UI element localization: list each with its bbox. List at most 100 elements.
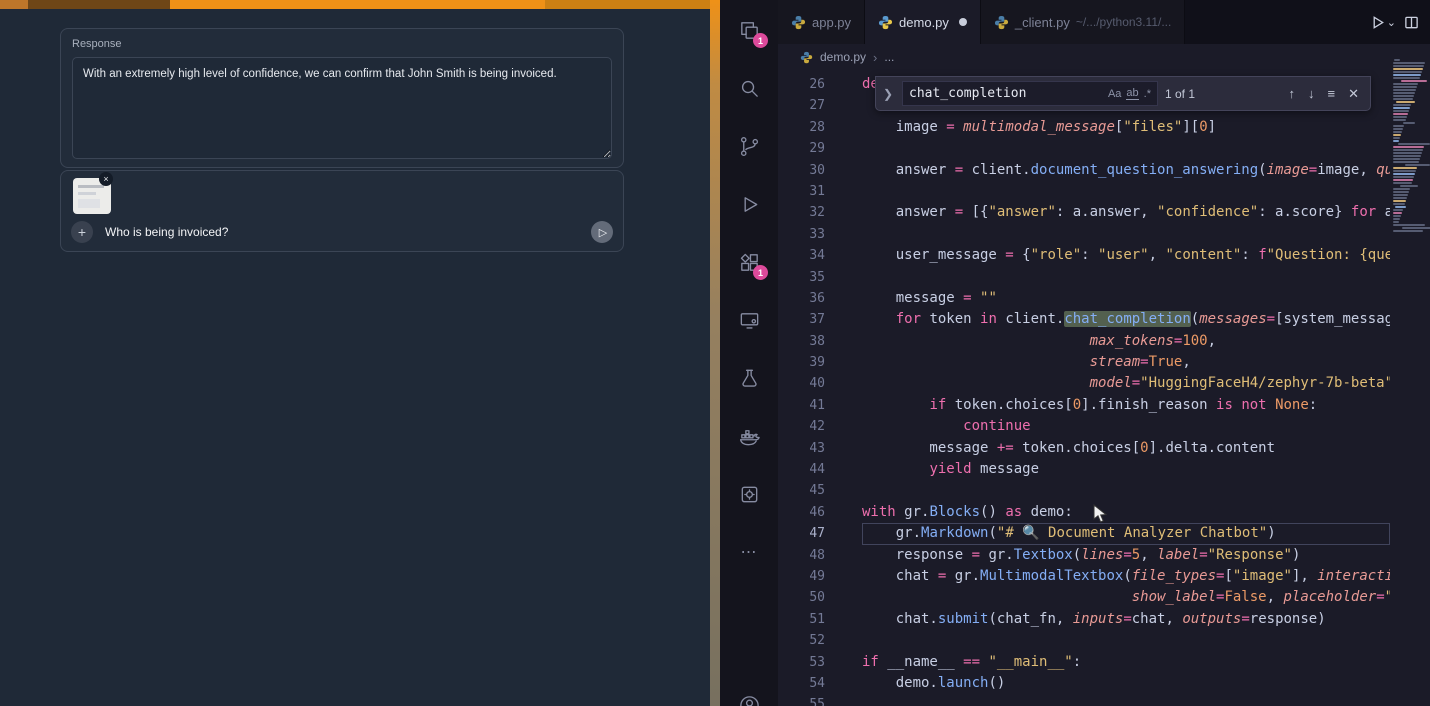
line-content[interactable]: message = "" [862, 288, 1390, 309]
run-dropdown-chevron-icon[interactable]: ⌄ [1387, 16, 1396, 29]
window-divider[interactable] [710, 0, 720, 706]
search-icon[interactable] [735, 74, 763, 102]
next-match-icon[interactable]: ↓ [1308, 86, 1315, 101]
line-content[interactable]: chat = gr.MultimodalTextbox(file_types=[… [862, 566, 1390, 587]
line-content[interactable] [862, 181, 1390, 202]
line-content[interactable]: response = gr.Textbox(lines=5, label="Re… [862, 545, 1390, 566]
send-button[interactable]: ▷ [591, 221, 613, 243]
docker-icon[interactable] [735, 422, 763, 450]
response-textarea[interactable]: With an extremely high level of confiden… [72, 57, 612, 159]
line-content[interactable]: image = multimodal_message["files"][0] [862, 117, 1390, 138]
line-content[interactable]: for token in client.chat_completion(mess… [862, 309, 1390, 330]
breadcrumb-symbol[interactable]: ... [884, 50, 894, 64]
extensions-icon[interactable]: 1 [735, 248, 763, 276]
split-editor-icon[interactable] [1400, 11, 1422, 33]
line-number[interactable]: 48 [778, 545, 825, 566]
chat-message-text[interactable]: Who is being invoiced? [105, 225, 591, 239]
line-number[interactable]: 43 [778, 438, 825, 459]
code-token: "user" [1098, 247, 1149, 263]
test-flask-icon[interactable] [735, 364, 763, 392]
remote-explorer-icon[interactable] [735, 306, 763, 334]
code-token: demo. [862, 675, 938, 691]
line-number[interactable]: 44 [778, 459, 825, 480]
line-content[interactable] [862, 630, 1390, 651]
line-number[interactable]: 53 [778, 652, 825, 673]
line-content[interactable]: demo.launch() [862, 673, 1390, 694]
line-number[interactable]: 52 [778, 630, 825, 651]
match-case-toggle[interactable]: Aa [1108, 88, 1121, 100]
line-number[interactable]: 26 [778, 74, 825, 95]
line-content[interactable]: with gr.Blocks() as demo: [862, 502, 1390, 523]
line-content[interactable]: gr.Markdown("# 🔍 Document Analyzer Chatb… [862, 523, 1390, 544]
line-content[interactable]: answer = client.document_question_answer… [862, 160, 1390, 181]
line-content[interactable] [862, 480, 1390, 501]
source-control-icon[interactable] [735, 132, 763, 160]
run-debug-icon[interactable] [735, 190, 763, 218]
line-content[interactable]: stream=True, [862, 352, 1390, 373]
line-number[interactable]: 49 [778, 566, 825, 587]
line-content[interactable]: chat.submit(chat_fn, inputs=chat, output… [862, 609, 1390, 630]
line-number[interactable]: 29 [778, 138, 825, 159]
line-number[interactable]: 35 [778, 267, 825, 288]
line-content[interactable] [862, 224, 1390, 245]
line-content[interactable]: if token.choices[0].finish_reason is not… [862, 395, 1390, 416]
line-content[interactable]: if __name__ == "__main__": [862, 652, 1390, 673]
account-icon[interactable] [735, 691, 763, 706]
tab-app-py[interactable]: app.py [778, 0, 865, 44]
line-number[interactable]: 30 [778, 160, 825, 181]
breadcrumb[interactable]: demo.py › ... [778, 44, 1430, 70]
line-number[interactable]: 51 [778, 609, 825, 630]
explorer-icon[interactable]: 1 [735, 16, 763, 44]
whole-word-toggle[interactable]: ab [1126, 87, 1138, 100]
code-token: inputs [1073, 611, 1124, 627]
line-content[interactable] [862, 138, 1390, 159]
line-number[interactable]: 40 [778, 373, 825, 394]
line-number[interactable]: 37 [778, 309, 825, 330]
minimap[interactable] [1390, 56, 1430, 616]
line-content[interactable] [862, 694, 1390, 706]
line-number[interactable]: 28 [778, 117, 825, 138]
more-actions-icon[interactable]: ⋯ [735, 538, 763, 566]
add-file-button[interactable]: + [71, 221, 93, 243]
regex-toggle[interactable]: .* [1144, 88, 1151, 100]
line-number[interactable]: 55 [778, 694, 825, 706]
line-number[interactable]: 36 [778, 288, 825, 309]
line-content[interactable]: user_message = {"role": "user", "content… [862, 245, 1390, 266]
minimap-line [1393, 230, 1423, 232]
run-python-file-icon[interactable] [1367, 11, 1389, 33]
line-content[interactable]: continue [862, 416, 1390, 437]
line-number[interactable]: 50 [778, 587, 825, 608]
line-number[interactable]: 34 [778, 245, 825, 266]
line-content[interactable] [862, 267, 1390, 288]
unsaved-dot-icon[interactable] [959, 18, 967, 26]
line-number[interactable]: 54 [778, 673, 825, 694]
line-content[interactable]: show_label=False, placeholder="Upload an… [862, 587, 1390, 608]
breadcrumb-file[interactable]: demo.py [820, 50, 866, 64]
remove-image-button[interactable]: × [99, 172, 113, 186]
line-number[interactable]: 42 [778, 416, 825, 437]
line-number[interactable]: 45 [778, 480, 825, 501]
line-number[interactable]: 39 [778, 352, 825, 373]
find-expand-chevron-icon[interactable]: ❯ [883, 87, 895, 101]
line-number[interactable]: 41 [778, 395, 825, 416]
line-number[interactable]: 33 [778, 224, 825, 245]
close-find-icon[interactable]: ✕ [1348, 86, 1359, 102]
line-number[interactable]: 27 [778, 95, 825, 116]
find-input[interactable] [909, 86, 1103, 101]
tab-demo-py[interactable]: demo.py [865, 0, 981, 44]
line-number[interactable]: 47 [778, 523, 825, 544]
line-number[interactable]: 38 [778, 331, 825, 352]
line-number[interactable]: 46 [778, 502, 825, 523]
line-content[interactable]: yield message [862, 459, 1390, 480]
line-number[interactable]: 31 [778, 181, 825, 202]
line-content[interactable]: message += token.choices[0].delta.conten… [862, 438, 1390, 459]
line-content[interactable]: model="HuggingFaceH4/zephyr-7b-beta"): [862, 373, 1390, 394]
tab-client-py[interactable]: _client.py ~/.../python3.11/... [981, 0, 1185, 44]
line-content[interactable]: max_tokens=100, [862, 331, 1390, 352]
line-number[interactable]: 32 [778, 202, 825, 223]
response-field-group: Response With an extremely high level of… [60, 28, 624, 168]
previous-match-icon[interactable]: ↑ [1289, 86, 1296, 101]
find-in-selection-icon[interactable]: ≡ [1328, 86, 1336, 101]
line-content[interactable]: answer = [{"answer": a.answer, "confiden… [862, 202, 1390, 223]
dev-tools-icon[interactable] [735, 480, 763, 508]
